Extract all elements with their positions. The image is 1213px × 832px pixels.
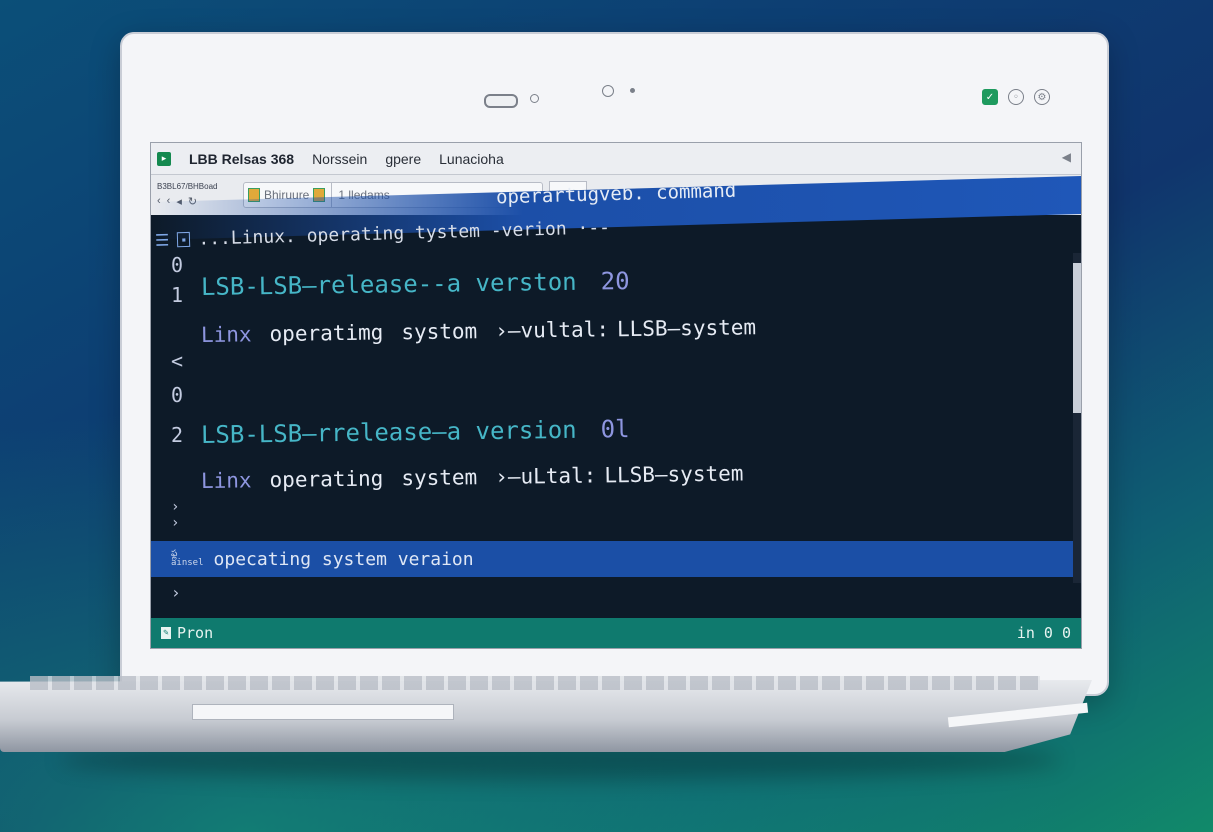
command-text: LSB-LSB—rrelease—a version bbox=[200, 415, 577, 449]
gear-icon[interactable]: ⚙ bbox=[1034, 89, 1050, 105]
highlighted-line[interactable]: ఫ్ల ainsel opecating system veraion bbox=[151, 541, 1073, 577]
output-prefix: Linx bbox=[200, 322, 252, 347]
command-text: LSB-LSB—release--a verston bbox=[200, 267, 577, 301]
toolbar-small-label: B3BL67/BHBoad bbox=[157, 182, 218, 191]
gutter-mark: › bbox=[171, 499, 180, 515]
terminal-icon[interactable]: ▸ bbox=[157, 151, 171, 166]
sensor-dot bbox=[530, 94, 539, 103]
prompt-icon: › bbox=[171, 583, 181, 602]
trackpad bbox=[192, 704, 454, 720]
command-line-1[interactable]: LSB-LSB—release--a verston 20 bbox=[201, 267, 630, 301]
terminal-body[interactable]: 0 1 < 0 2 › › LSB-LSB—release--a verston… bbox=[151, 253, 1071, 553]
shield-icon[interactable]: ✓ bbox=[982, 89, 998, 105]
status-right-text: in 0 0 bbox=[1016, 624, 1071, 642]
document-icon[interactable]: ▪ bbox=[177, 231, 191, 247]
status-bar: ✎ Pron in 0 0 bbox=[151, 618, 1081, 648]
status-left-text: Pron bbox=[177, 624, 214, 642]
gutter-mark: < bbox=[171, 349, 184, 373]
circle-icon[interactable]: ◦ bbox=[1008, 89, 1024, 105]
indicator-light bbox=[630, 88, 635, 93]
output-word: systom bbox=[401, 319, 478, 345]
gutter-mark: 0 bbox=[171, 383, 184, 407]
menu-item-1[interactable]: Norssein bbox=[312, 151, 367, 167]
output-word: LLSB—system bbox=[604, 461, 744, 488]
gutter-mark: › bbox=[171, 515, 180, 531]
status-left: ✎ Pron bbox=[161, 624, 213, 642]
keyboard-row bbox=[30, 676, 1040, 690]
lid-top-bezel: ✓ ◦ ⚙ bbox=[122, 34, 1107, 112]
command-number: 20 bbox=[600, 267, 630, 296]
output-word: operating bbox=[269, 466, 384, 493]
system-tray: ✓ ◦ ⚙ bbox=[982, 89, 1050, 105]
command-number: 0l bbox=[600, 415, 630, 444]
output-prefix: Linx bbox=[200, 468, 252, 493]
window-title: LBB Relsas 368 bbox=[189, 150, 295, 167]
gutter-mark: 1 bbox=[171, 283, 184, 307]
output-word: ›—vultal: bbox=[495, 317, 610, 343]
output-word: system bbox=[401, 465, 478, 491]
output-word: LLSB—system bbox=[616, 315, 757, 342]
hamburger-icon[interactable]: ☰ bbox=[155, 230, 170, 249]
webcam-slot bbox=[484, 94, 518, 108]
gutter-mark: 0 bbox=[171, 253, 184, 277]
gutter-mark: 2 bbox=[171, 423, 184, 447]
speaker-icon[interactable]: ◀ bbox=[1062, 150, 1071, 164]
title-bar: ▸ LBB Relsas 368 Norssein gpere Lunacioh… bbox=[151, 143, 1081, 175]
menu-item-3[interactable]: Lunacioha bbox=[439, 151, 504, 167]
pen-icon[interactable]: ✎ bbox=[161, 627, 171, 639]
output-line-2: Linx operating system ›—uLtal: LLSB—system bbox=[201, 461, 744, 493]
output-line-1: Linx operatimg systom ›—vultal: LLSB—system bbox=[201, 315, 756, 347]
webcam-icon bbox=[602, 85, 614, 97]
highlight-text: opecating system veraion bbox=[213, 548, 474, 570]
output-word: operatimg bbox=[269, 320, 384, 347]
command-line-2[interactable]: LSB-LSB—rrelease—a version 0l bbox=[201, 415, 630, 449]
output-word: ›—uLtal: bbox=[495, 463, 597, 489]
menu-item-2[interactable]: gpere bbox=[385, 151, 421, 167]
scrollbar-thumb[interactable] bbox=[1073, 263, 1081, 413]
terminal-window: ▸ LBB Relsas 368 Norssein gpere Lunacioh… bbox=[150, 142, 1082, 649]
highlight-tag: ఫ్ల ainsel bbox=[171, 549, 204, 568]
